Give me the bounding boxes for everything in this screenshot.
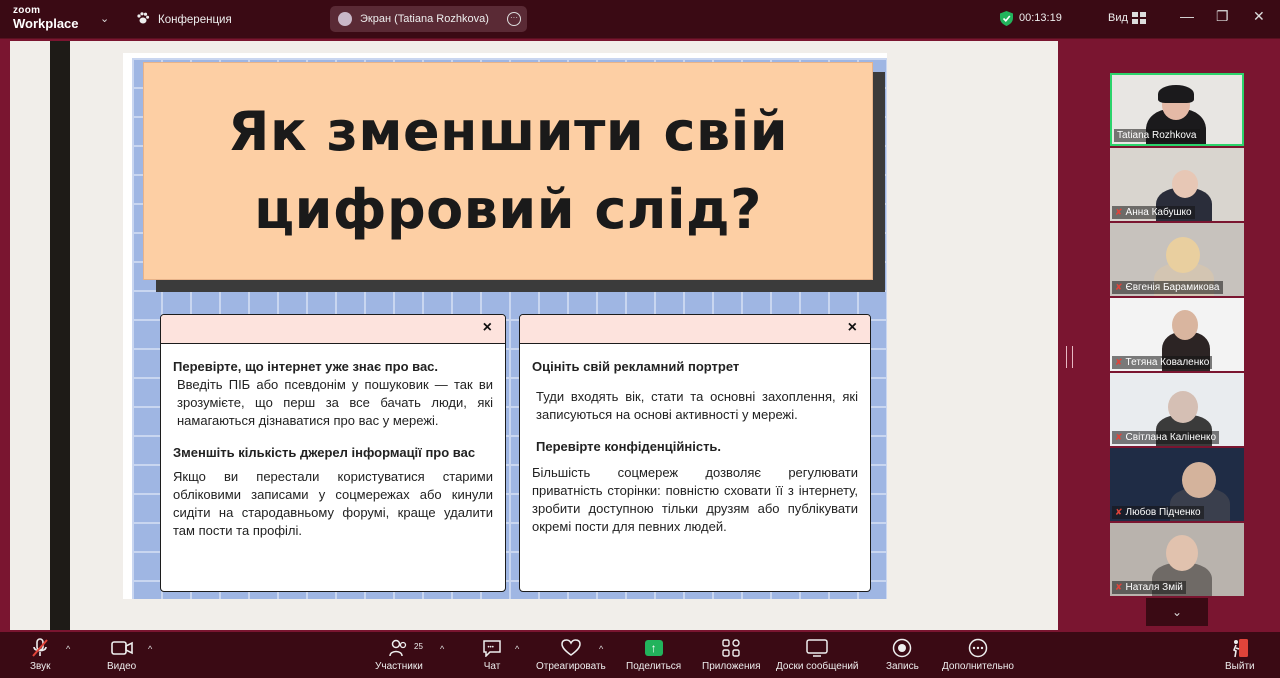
card-heading: Оцініть свій рекламний портрет — [532, 359, 740, 374]
participant-name: Tatiana Rozhkova — [1114, 129, 1200, 142]
whiteboards-button[interactable]: Доски сообщений — [776, 638, 859, 672]
card-header: × — [161, 315, 505, 344]
chevron-down-icon: ⌄ — [1171, 605, 1183, 619]
mic-muted-icon — [31, 638, 49, 658]
view-button[interactable]: Вид — [1108, 12, 1128, 24]
top-bar: zoom Workplace ⌄ Конференция Экран (Tati… — [0, 0, 1280, 39]
more-options-icon[interactable]: ··· — [507, 12, 521, 26]
whiteboard-icon — [806, 638, 829, 658]
close-icon[interactable]: ✕ — [1253, 8, 1265, 25]
record-button[interactable]: Запись — [886, 638, 919, 672]
mic-muted-icon: ✘ — [1115, 207, 1123, 217]
participant-tile[interactable]: ✘ Любов Підченко — [1110, 448, 1244, 521]
participant-tile[interactable]: ✘ Світлана Каліненко — [1110, 373, 1244, 446]
card-heading: Перевірте конфіденційність. — [536, 439, 722, 454]
mic-muted-icon: ✘ — [1115, 432, 1123, 442]
card-text: Якщо ви перестали користуватися старими … — [173, 469, 493, 538]
paw-icon — [136, 11, 150, 28]
mic-muted-icon: ✘ — [1115, 357, 1123, 367]
record-icon — [892, 638, 912, 658]
participants-icon — [389, 638, 409, 658]
apps-button[interactable]: Приложения — [702, 638, 761, 672]
card-text: Туди входять вік, стати та основні захоп… — [536, 389, 858, 422]
card-text: Введіть ПІБ або псевдонім у пошуковик — … — [177, 377, 493, 428]
presentation-slide: Як зменшити свій цифровий слід? × Переві… — [123, 53, 887, 599]
card-heading: Зменшіть кількість джерел інформації про… — [173, 445, 476, 460]
participant-name: ✘ Євгенія Барамикова — [1112, 281, 1223, 294]
more-button[interactable]: Дополнительно — [942, 638, 1014, 672]
participant-tile[interactable]: ✘ Євгенія Барамикова — [1110, 223, 1244, 296]
heart-icon — [561, 638, 581, 658]
screen-edge — [50, 41, 70, 630]
react-button[interactable]: Отреагировать — [536, 638, 606, 672]
mic-muted-icon: ✘ — [1115, 582, 1123, 592]
participant-tile[interactable]: ✘ Наталя Змій — [1110, 523, 1244, 596]
audio-options-caret[interactable]: ^ — [66, 644, 70, 654]
participant-name: ✘ Любов Підченко — [1112, 506, 1204, 519]
card-text: Більшість соцмереж дозволяє регулювати п… — [532, 465, 858, 534]
chat-options-caret[interactable]: ^ — [515, 644, 519, 654]
video-button[interactable]: Видео — [107, 638, 136, 672]
chevron-down-icon[interactable]: ⌄ — [100, 12, 109, 25]
security-shield-icon[interactable] — [1000, 11, 1013, 26]
meeting-timer: 00:13:19 — [1019, 12, 1062, 24]
slide-title: Як зменшити свій цифровий слід? — [143, 62, 873, 280]
chat-icon: ••• — [482, 638, 502, 658]
slide-background: Як зменшити свій цифровий слід? × Переві… — [132, 58, 887, 599]
restore-icon[interactable]: ❐ — [1216, 8, 1229, 25]
leave-button[interactable]: Выйти — [1225, 638, 1255, 672]
leave-icon — [1230, 638, 1250, 658]
participant-tile[interactable]: ✘ Тетяна Коваленко — [1110, 298, 1244, 371]
participants-options-caret[interactable]: ^ — [440, 644, 444, 654]
participant-name: ✘ Наталя Змій — [1112, 581, 1186, 594]
chat-button[interactable]: ••• Чат — [482, 638, 502, 672]
audio-button[interactable]: Звук — [30, 638, 51, 672]
more-icon — [968, 638, 988, 658]
right-card: × Оцініть свій рекламний портрет Туди вх… — [519, 314, 871, 592]
minimize-icon[interactable]: — — [1180, 8, 1194, 24]
participants-count: 25 — [414, 642, 423, 651]
screen-share-indicator[interactable]: Экран (Tatiana Rozhkova) ··· — [330, 6, 527, 32]
react-options-caret[interactable]: ^ — [599, 644, 603, 654]
participant-tile[interactable]: ✘ Анна Кабушко — [1110, 148, 1244, 221]
zoom-logo: zoom Workplace — [13, 5, 79, 31]
share-screen-button[interactable]: ↑ Поделиться — [626, 638, 681, 672]
share-arrow-icon: ↑ — [644, 640, 663, 656]
video-options-caret[interactable]: ^ — [148, 644, 152, 654]
shared-screen: Як зменшити свій цифровий слід? × Переві… — [10, 41, 1058, 630]
close-icon: × — [482, 319, 492, 336]
card-header: × — [520, 315, 870, 344]
scroll-down-button[interactable]: ⌄ — [1146, 598, 1208, 626]
participant-name: ✘ Тетяна Коваленко — [1112, 356, 1213, 369]
participant-name: ✘ Анна Кабушко — [1112, 206, 1195, 219]
meeting-toolbar: Звук ^ Видео ^ Участники 25 ^ ••• Чат ^ … — [0, 632, 1280, 678]
apps-icon — [722, 638, 740, 658]
mic-muted-icon: ✘ — [1115, 282, 1123, 292]
close-icon: × — [847, 319, 857, 336]
left-card: × Перевірте, що інтернет уже знає про ва… — [160, 314, 506, 592]
resize-handle[interactable] — [1066, 346, 1073, 368]
participant-name: ✘ Світлана Каліненко — [1112, 431, 1220, 444]
meeting-title[interactable]: Конференция — [136, 11, 232, 28]
presenter-avatar — [338, 12, 352, 26]
video-camera-icon — [110, 638, 133, 658]
svg-text:•••: ••• — [488, 645, 494, 651]
card-heading: Перевірте, що інтернет уже знає про вас. — [173, 359, 439, 374]
mic-muted-icon: ✘ — [1115, 507, 1123, 517]
participant-tile[interactable]: Tatiana Rozhkova — [1110, 73, 1244, 146]
grid-view-icon[interactable] — [1132, 12, 1146, 24]
